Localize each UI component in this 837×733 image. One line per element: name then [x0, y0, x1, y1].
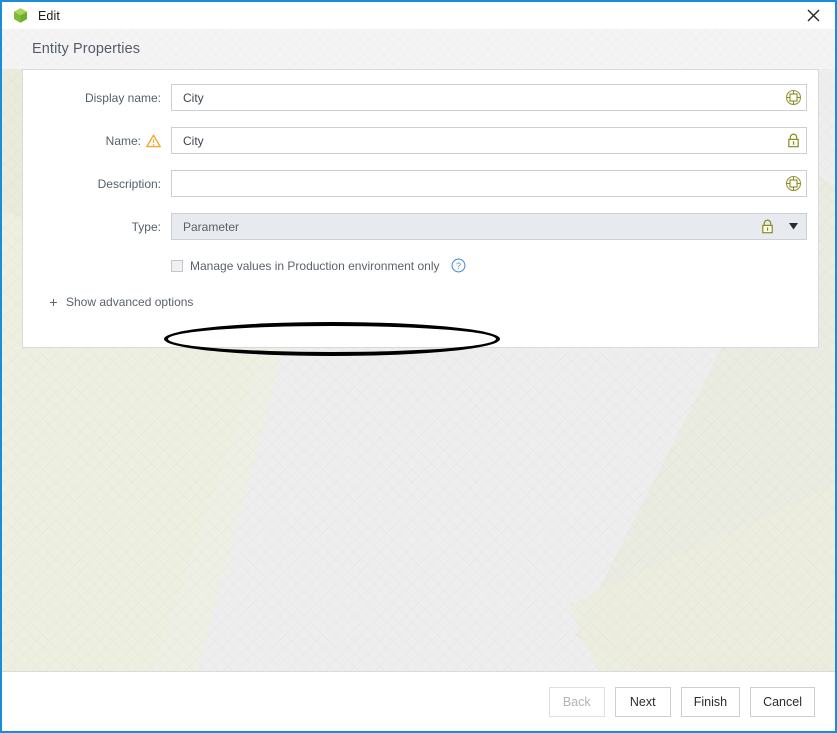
- field-row-type: Type: Parameter: [23, 213, 818, 240]
- input-display-name-value: City: [183, 90, 204, 105]
- input-display-name[interactable]: City: [171, 84, 807, 111]
- manage-values-production-label: Manage values in Production environment …: [190, 258, 440, 273]
- next-button[interactable]: Next: [614, 686, 671, 717]
- label-description-text: Description:: [97, 176, 161, 191]
- label-display-name-text: Display name:: [84, 90, 161, 105]
- globe-icon[interactable]: [780, 175, 806, 192]
- edit-dialog-window: Edit Entity Properties Display name: Cit…: [0, 0, 837, 733]
- cancel-button[interactable]: Cancel: [750, 686, 815, 717]
- label-display-name: Display name:: [23, 91, 171, 105]
- question-mark-icon[interactable]: ?: [451, 258, 466, 273]
- input-name-value: City: [183, 133, 204, 148]
- page-title: Entity Properties: [32, 41, 141, 57]
- field-row-display-name: Display name: City: [23, 84, 818, 111]
- finish-button[interactable]: Finish: [680, 686, 741, 717]
- input-description[interactable]: [171, 170, 807, 197]
- globe-icon[interactable]: [780, 89, 806, 106]
- dropdown-type[interactable]: Parameter: [171, 213, 807, 240]
- chevron-down-icon[interactable]: [780, 223, 806, 230]
- manage-values-production-checkbox[interactable]: [171, 259, 183, 272]
- back-button[interactable]: Back: [548, 686, 605, 717]
- svg-text:?: ?: [456, 261, 461, 271]
- label-name-text: Name:: [105, 133, 141, 148]
- title-bar: Edit: [2, 0, 835, 29]
- show-advanced-options-link[interactable]: + Show advanced options: [48, 295, 193, 309]
- label-description: Description:: [23, 177, 171, 191]
- section-header: Entity Properties: [2, 29, 835, 69]
- green-cube-icon: [12, 7, 29, 24]
- dialog-footer: Back Next Finish Cancel: [2, 671, 835, 731]
- close-icon[interactable]: [791, 1, 835, 30]
- lock-icon[interactable]: [754, 218, 780, 235]
- label-type-text: Type:: [131, 219, 161, 234]
- warning-triangle-icon: [146, 134, 161, 148]
- label-name: Name:: [23, 134, 171, 148]
- field-row-description: Description:: [23, 170, 818, 197]
- production-env-checkbox-row: Manage values in Production environment …: [171, 258, 466, 273]
- plus-icon: +: [49, 294, 58, 310]
- window-title: Edit: [38, 8, 60, 23]
- entity-properties-form: Display name: City Name: City Descriptio…: [22, 69, 819, 356]
- input-name[interactable]: City: [171, 127, 807, 154]
- label-type: Type:: [23, 220, 171, 234]
- show-advanced-options-label: Show advanced options: [66, 295, 194, 309]
- lock-icon[interactable]: [780, 132, 806, 149]
- dropdown-type-value: Parameter: [183, 219, 240, 234]
- field-row-name: Name: City: [23, 127, 818, 154]
